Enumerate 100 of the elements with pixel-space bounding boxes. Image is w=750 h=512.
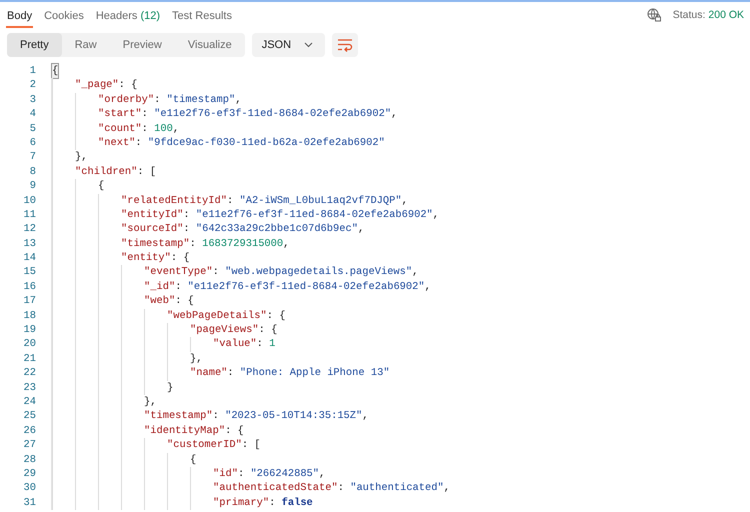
response-tab[interactable]: Cookies — [43, 2, 85, 28]
line-number: 15 — [22, 265, 37, 280]
line-number: 22 — [22, 366, 37, 381]
json-punctuation: : — [183, 208, 191, 222]
json-bracket: { — [52, 64, 58, 78]
json-string: "e11e2f76-ef3f-11ed-8684-02efe2ab6902" — [196, 208, 433, 222]
view-mode-tab[interactable]: Visualize — [174, 33, 245, 57]
json-punctuation: , — [412, 265, 418, 280]
line-number: 2 — [28, 78, 37, 93]
json-punctuation: : — [142, 122, 149, 136]
json-punctuation: : — [227, 194, 234, 208]
json-key: "next" — [98, 136, 136, 150]
line-number: 24 — [22, 394, 37, 410]
json-key: "webPageDetails" — [167, 308, 267, 324]
format-dropdown[interactable]: JSON — [252, 33, 326, 57]
json-key: "pageViews" — [190, 323, 259, 338]
view-mode-tab[interactable]: Preview — [110, 33, 175, 57]
json-key: "timestamp" — [144, 409, 213, 424]
json-key: "value" — [213, 337, 257, 352]
json-punctuation: , — [362, 409, 369, 424]
line-number: 3 — [28, 92, 37, 108]
json-punctuation: }, — [190, 352, 202, 366]
json-punctuation: }, — [144, 394, 156, 410]
line-number: 26 — [22, 424, 37, 438]
json-key: "orderby" — [98, 92, 154, 108]
json-key: "web" — [144, 294, 176, 309]
line-number: 19 — [22, 323, 37, 338]
json-number: 1683729315000 — [202, 236, 284, 252]
json-key: "count" — [98, 122, 142, 136]
json-key: "eventType" — [144, 265, 213, 280]
json-punctuation: , — [283, 236, 290, 252]
json-punctuation: : { — [258, 323, 278, 338]
response-tab[interactable]: Test Results — [171, 2, 233, 28]
json-punctuation: : { — [175, 294, 194, 309]
line-number: 30 — [22, 481, 37, 496]
json-punctuation: : — [227, 366, 235, 381]
json-number: 1 — [269, 337, 276, 352]
globe-lock-icon[interactable] — [646, 8, 661, 22]
json-punctuation: }, — [75, 150, 88, 165]
line-number: 4 — [28, 107, 37, 122]
json-string: "9fdce9ac-f030-11ed-b62a-02efe2ab6902" — [148, 136, 385, 150]
line-number: 8 — [28, 164, 37, 180]
json-key: "_page" — [75, 78, 119, 93]
line-number: 13 — [22, 236, 37, 252]
json-punctuation: : { — [225, 424, 244, 438]
json-punctuation: : — [238, 466, 246, 482]
line-number: 16 — [22, 280, 37, 294]
json-string: "2023-05-10T14:35:15Z" — [225, 409, 362, 424]
json-key: "_id" — [144, 280, 176, 294]
json-string: "authenticated" — [350, 481, 444, 496]
json-punctuation: { — [98, 179, 104, 194]
json-punctuation: : [ — [242, 438, 261, 453]
json-key: "entity" — [121, 251, 171, 266]
json-punctuation: : { — [170, 251, 190, 266]
view-mode-tab[interactable]: Pretty — [7, 33, 62, 57]
json-key: "relatedEntityId" — [121, 194, 228, 208]
json-string: "timestamp" — [166, 92, 236, 108]
json-string: "A2-iWSm_L0buL1aq2vf7DJQP" — [240, 194, 402, 208]
json-punctuation: } — [167, 380, 174, 395]
line-number: 6 — [28, 136, 37, 150]
line-number: 27 — [22, 438, 37, 453]
line-number: 11 — [22, 208, 37, 222]
status-value: 200 OK — [708, 9, 744, 21]
json-string: "Phone: Apple iPhone 13" — [240, 366, 390, 381]
json-punctuation: , — [391, 107, 398, 122]
line-number: 12 — [22, 222, 37, 237]
json-key: "id" — [213, 466, 238, 482]
json-punctuation: , — [358, 222, 364, 237]
line-number: 21 — [22, 352, 37, 366]
chevron-down-icon — [304, 42, 314, 48]
json-key: "timestamp" — [121, 236, 190, 252]
status-label: Status: — [672, 9, 706, 21]
response-tab[interactable]: Headers (12) — [94, 2, 162, 28]
json-key: "authenticatedState" — [213, 481, 338, 496]
json-punctuation: , — [432, 208, 440, 222]
json-punctuation: : — [269, 496, 276, 510]
json-punctuation: , — [235, 92, 242, 108]
json-string: "642c33a29c2bbe1c07d6b9ec" — [196, 222, 358, 237]
json-string: "266242885" — [250, 466, 320, 482]
json-punctuation: : { — [118, 78, 138, 93]
line-number: 29 — [22, 466, 37, 482]
line-number: 28 — [22, 452, 37, 467]
json-punctuation: , — [172, 122, 180, 136]
json-punctuation: : [ — [137, 164, 156, 180]
json-punctuation: , — [319, 466, 326, 482]
json-string: "e11e2f76-ef3f-11ed-8684-02efe2ab6902" — [188, 280, 425, 294]
json-key: "identityMap" — [144, 424, 226, 438]
view-mode-tab[interactable]: Raw — [62, 33, 110, 57]
line-number: 5 — [28, 122, 37, 136]
json-key: "entityId" — [121, 208, 184, 222]
line-number: 18 — [22, 308, 37, 324]
json-key: "customerID" — [167, 438, 242, 453]
json-punctuation: { — [190, 452, 196, 467]
json-punctuation: : — [190, 236, 197, 252]
wrap-lines-button[interactable] — [332, 33, 358, 57]
line-number: 10 — [22, 194, 37, 208]
json-punctuation: : — [135, 136, 143, 150]
line-number: 17 — [22, 294, 37, 309]
line-number: 1 — [28, 64, 37, 78]
response-tab[interactable]: Body — [6, 2, 34, 28]
